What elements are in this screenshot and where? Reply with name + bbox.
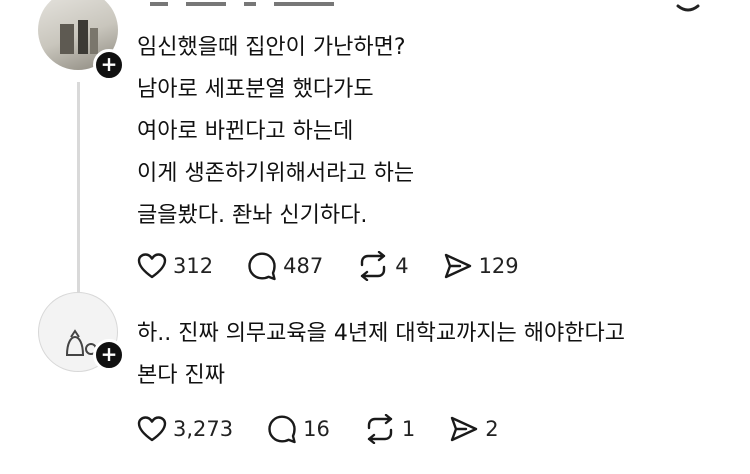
thread-line bbox=[77, 82, 80, 302]
like-button[interactable]: 312 bbox=[137, 252, 213, 280]
avatar-photo bbox=[60, 20, 98, 54]
reply-button[interactable]: 487 bbox=[247, 251, 323, 281]
post-actions: 3,273 16 1 2 bbox=[137, 413, 533, 445]
like-count: 3,273 bbox=[173, 417, 234, 441]
more-icon[interactable] bbox=[676, 0, 700, 14]
share-count: 2 bbox=[485, 417, 499, 441]
cropped-header bbox=[150, 0, 450, 10]
comment-icon bbox=[248, 252, 276, 281]
repost-count: 1 bbox=[401, 417, 416, 441]
share-button[interactable]: 129 bbox=[443, 252, 519, 280]
post-actions: 312 487 4 129 bbox=[137, 250, 553, 282]
comment-icon bbox=[268, 415, 296, 444]
repost-icon bbox=[360, 251, 386, 281]
share-button[interactable]: 2 bbox=[449, 415, 499, 443]
share-count: 129 bbox=[478, 254, 519, 278]
heart-icon bbox=[137, 416, 167, 442]
share-icon bbox=[444, 253, 471, 279]
follow-button[interactable]: + bbox=[93, 339, 125, 371]
share-icon bbox=[451, 416, 478, 442]
post-body: 하.. 진짜 의무교육을 4년제 대학교까지는 해야한다고 본다 진짜 bbox=[137, 321, 625, 388]
post-body: 임신했을때 집안이 가난하면? 남아로 세포분열 했다가도 여아로 바뀐다고 하… bbox=[137, 35, 415, 228]
reply-count: 16 bbox=[303, 417, 330, 441]
like-button[interactable]: 3,273 bbox=[137, 415, 233, 443]
repost-count: 4 bbox=[395, 254, 409, 278]
follow-button[interactable]: + bbox=[93, 49, 125, 81]
like-count: 312 bbox=[173, 254, 214, 278]
reply-button[interactable]: 16 bbox=[267, 414, 330, 444]
reply-count: 487 bbox=[283, 254, 324, 278]
repost-button[interactable]: 1 bbox=[364, 414, 415, 444]
heart-icon bbox=[137, 253, 167, 279]
cropped-handle bbox=[137, 296, 217, 304]
repost-button[interactable]: 4 bbox=[357, 251, 409, 281]
repost-icon bbox=[367, 414, 393, 444]
